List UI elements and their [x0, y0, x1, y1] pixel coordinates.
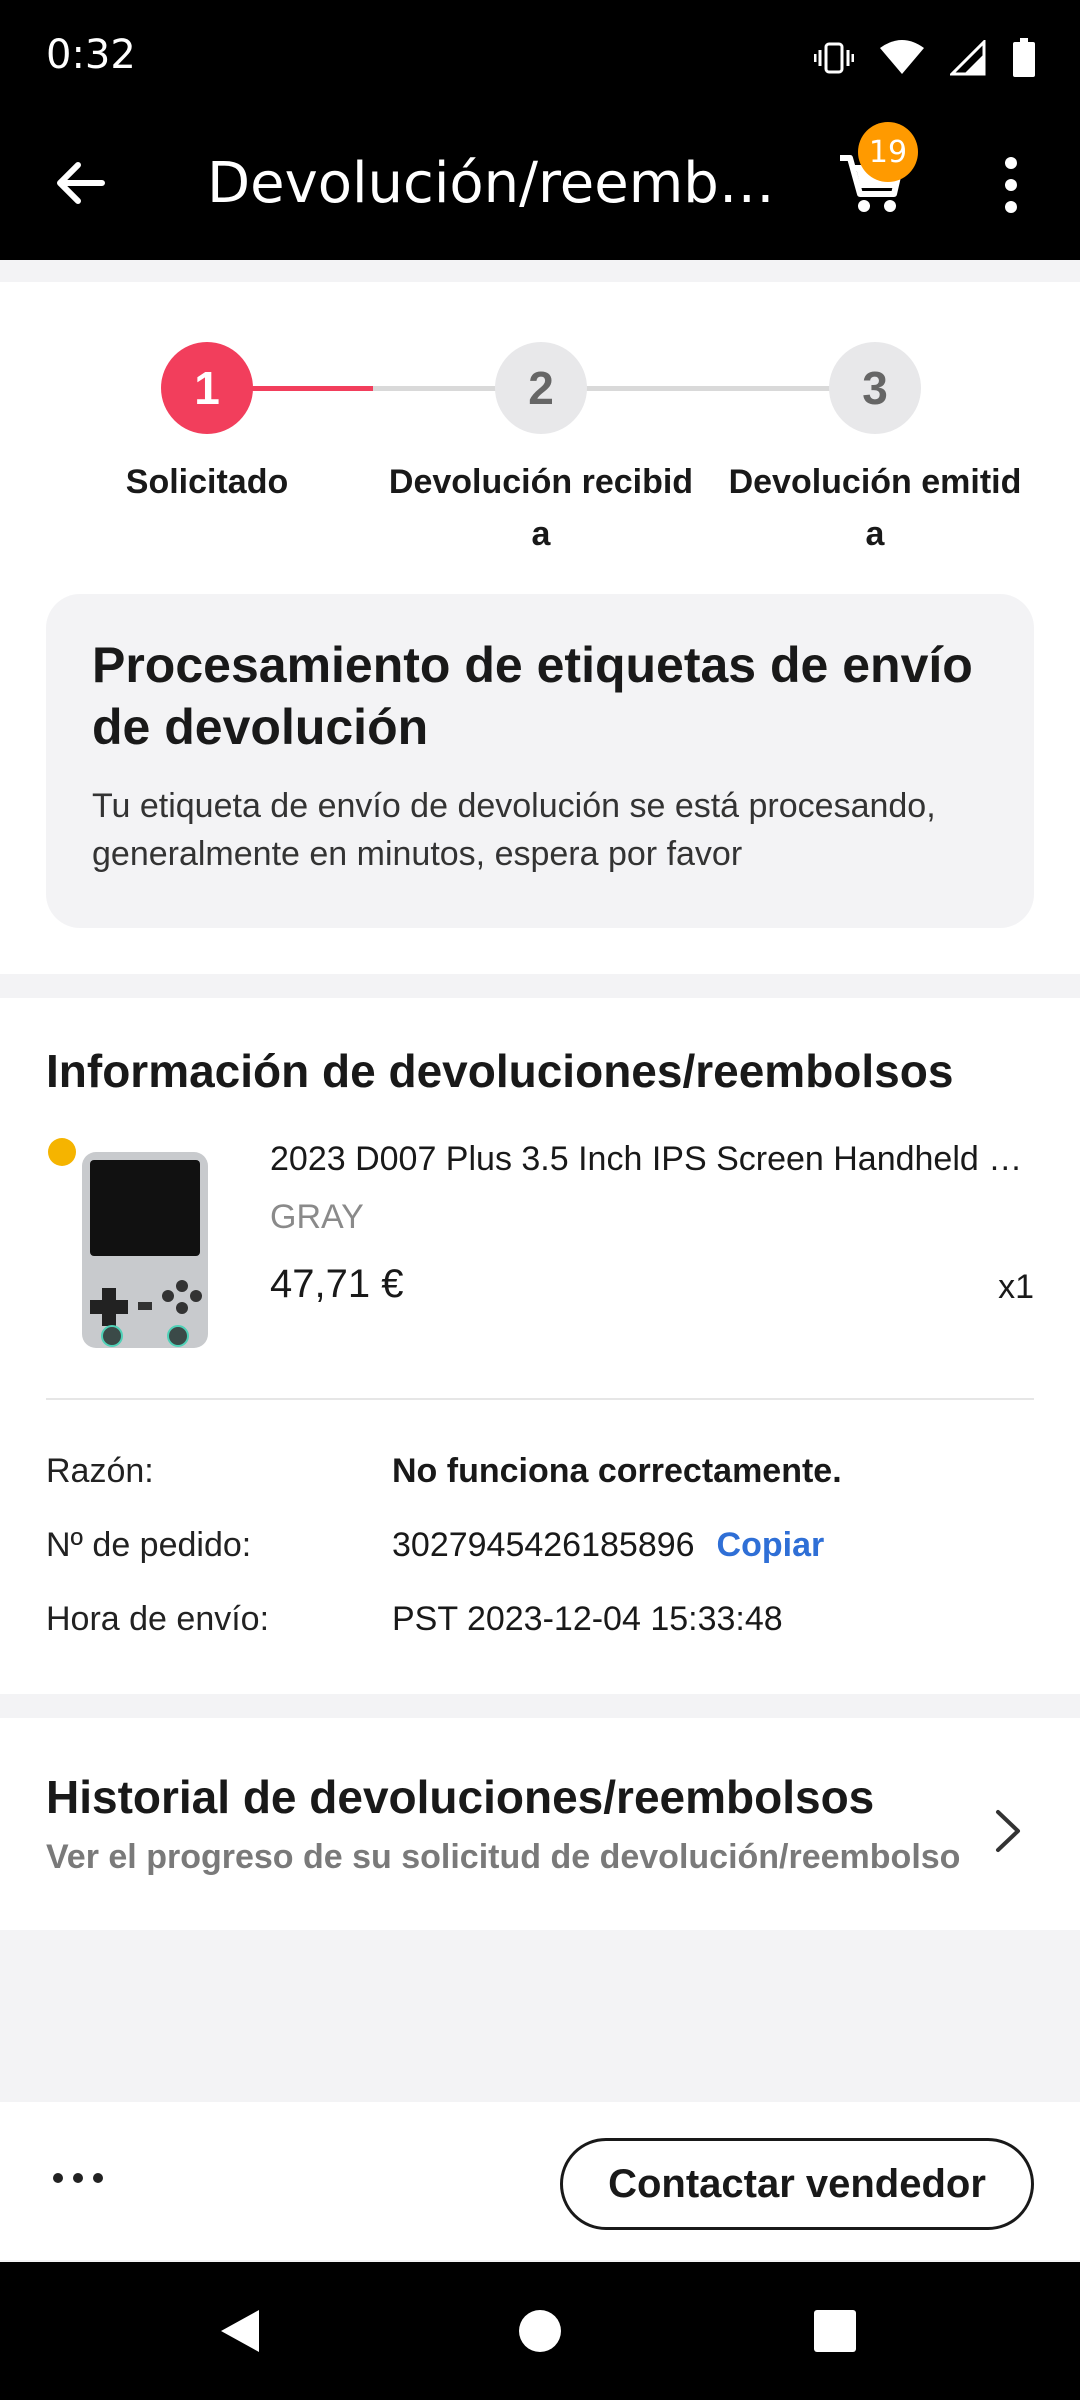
return-info-card: Información de devoluciones/reembolsos 2…	[0, 998, 1080, 1694]
ship-time-value: PST 2023-12-04 15:33:48	[392, 1600, 783, 1638]
more-options-button[interactable]	[50, 2158, 106, 2198]
step-2-circle: 2	[495, 342, 587, 434]
reason-label: Razón:	[46, 1452, 154, 1490]
contact-seller-button[interactable]: Contactar vendedor	[560, 2138, 1034, 2230]
step-line-1b	[373, 386, 497, 391]
page-title: Devolución/reembolso	[207, 151, 787, 216]
history-title: Historial de devoluciones/reembolsos	[46, 1771, 875, 1823]
divider	[46, 1398, 1034, 1400]
wifi-icon	[880, 40, 924, 74]
product-variant: GRAY	[270, 1198, 364, 1236]
step-2-label: Devolución recibida	[388, 463, 694, 553]
ship-time-label: Hora de envío:	[46, 1600, 270, 1638]
notice-title: Procesamiento de etiquetas de envío de d…	[92, 637, 973, 755]
status-time: 0:32	[46, 32, 136, 78]
nav-home-icon	[519, 2310, 561, 2352]
cart-count-badge: 19	[858, 122, 918, 182]
bottom-action-bar: Contactar vendedor	[0, 2102, 1080, 2260]
status-bar: 0:32	[0, 0, 1080, 118]
product-name[interactable]: 2023 D007 Plus 3.5 Inch IPS Screen Handh…	[270, 1140, 1036, 1179]
return-history-link[interactable]: Historial de devoluciones/reembolsos Ver…	[0, 1718, 1080, 1930]
signal-icon	[950, 40, 986, 76]
more-vert-icon	[1005, 157, 1017, 213]
step-3-circle: 3	[829, 342, 921, 434]
arrow-back-icon	[57, 162, 105, 204]
notice-body: Tu etiqueta de envío de devolución se es…	[92, 787, 936, 873]
back-button[interactable]	[50, 153, 110, 213]
processing-notice: Procesamiento de etiquetas de envío de d…	[46, 594, 1034, 928]
overflow-menu-button[interactable]	[992, 150, 1030, 220]
nav-back-button[interactable]	[205, 2296, 275, 2366]
nav-recents-icon	[814, 2310, 856, 2352]
system-nav-bar	[0, 2262, 1080, 2400]
step-line-1	[250, 386, 373, 391]
step-line-2	[586, 386, 832, 391]
product-quantity: x1	[998, 1268, 1034, 1306]
history-subtitle: Ver el progreso de su solicitud de devol…	[46, 1838, 961, 1876]
reason-value: No funciona correctamente.	[392, 1452, 842, 1490]
order-number-row: 3027945426185896 Copiar	[392, 1526, 824, 1565]
product-price: 47,71 €	[270, 1262, 404, 1306]
app-bar: Devolución/reembolso 19	[0, 118, 1080, 260]
more-horiz-icon	[53, 2173, 103, 2183]
return-info-title: Información de devoluciones/reembolsos	[46, 1045, 954, 1097]
vibrate-icon	[814, 42, 854, 74]
order-number-label: Nº de pedido:	[46, 1526, 252, 1564]
step-3-label: Devolución emitida	[728, 463, 1022, 553]
status-icons	[814, 36, 1036, 80]
chevron-right-icon	[996, 1810, 1020, 1852]
handheld-console-image	[48, 1138, 208, 1348]
order-number-value: 3027945426185896	[392, 1526, 695, 1564]
step-1-label: Solicitado	[125, 463, 289, 501]
nav-home-button[interactable]	[505, 2296, 575, 2366]
nav-recents-button[interactable]	[800, 2296, 870, 2366]
battery-icon	[1013, 38, 1035, 77]
step-1-circle: 1	[161, 342, 253, 434]
nav-back-icon	[221, 2310, 259, 2352]
copy-order-button[interactable]: Copiar	[717, 1526, 825, 1564]
product-image[interactable]	[46, 1138, 218, 1348]
progress-card: 1 2 3 Solicitado Devolución recibida Dev…	[0, 282, 1080, 974]
